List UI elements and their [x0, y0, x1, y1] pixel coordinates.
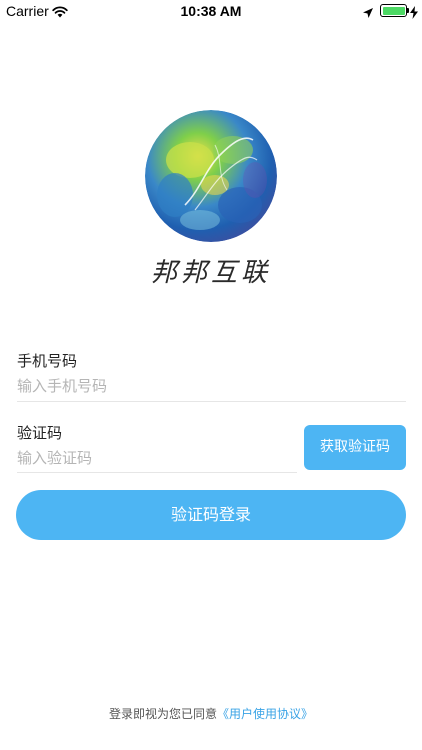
- status-time: 10:38 AM: [180, 3, 242, 19]
- login-button[interactable]: 验证码登录: [16, 490, 406, 540]
- get-code-button[interactable]: 获取验证码: [304, 425, 406, 470]
- battery-tip: [407, 8, 409, 13]
- battery-fill: [382, 6, 405, 15]
- phone-divider: [17, 401, 406, 402]
- phone-input[interactable]: [17, 375, 397, 397]
- code-label: 验证码: [17, 424, 63, 442]
- user-agreement-link[interactable]: 《用户使用协议》: [217, 707, 313, 721]
- phone-label: 手机号码: [17, 352, 78, 370]
- charging-bolt-icon: [410, 4, 418, 23]
- status-bar: Carrier 10:38 AM: [0, 0, 422, 22]
- agreement-prefix: 登录即视为您已同意: [108, 707, 217, 721]
- watercolor-globe-icon: [145, 110, 277, 242]
- location-arrow-icon: [362, 4, 374, 23]
- verification-code-input[interactable]: [17, 447, 287, 469]
- agreement-text: 登录即视为您已同意《用户使用协议》: [0, 705, 422, 722]
- app-name-logo-text: 邦邦互联: [150, 258, 271, 288]
- battery-icon: [380, 4, 407, 17]
- code-divider: [17, 472, 297, 473]
